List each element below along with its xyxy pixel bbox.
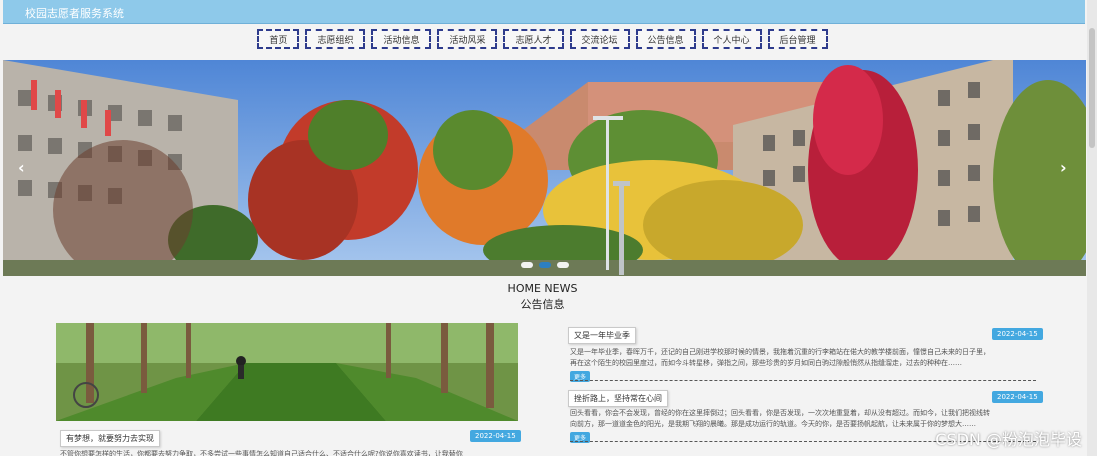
- featured-news-date: 2022-04-15: [470, 430, 521, 442]
- nav-home[interactable]: 首页: [257, 29, 300, 49]
- carousel-dots: [521, 262, 569, 268]
- nav-forum[interactable]: 交流论坛: [569, 29, 630, 49]
- system-title: 校园志愿者服务系统: [25, 7, 124, 20]
- campus-autumn-photo: [3, 60, 1086, 276]
- section-title-cn: 公告信息: [520, 298, 565, 311]
- campus-lawn-photo: [56, 323, 518, 421]
- csdn-watermark: CSDN @粉泡泡毕设: [935, 430, 1082, 449]
- news-item-2-excerpt: 回头看看，你会不会发现，曾经的你在这里摔倒过；回头看看，你是否发现，一次次地重复…: [570, 409, 990, 417]
- section-title-en: HOME NEWS: [507, 282, 578, 295]
- nav-admin[interactable]: 后台管理: [767, 29, 828, 49]
- nav-volunteer-talent[interactable]: 志愿人才: [503, 29, 564, 49]
- carousel-prev-arrow[interactable]: ‹: [18, 158, 25, 177]
- carousel-dot-1[interactable]: [521, 262, 533, 268]
- main-nav: 首页 志愿组织 活动信息 活动风采 志愿人才 交流论坛 公告信息 个人中心 后台…: [0, 29, 1085, 55]
- featured-news-excerpt: 不管你想要怎样的生活，你都要去努力争取，不多尝试一些事情怎么知道自己适合什么、不…: [60, 450, 463, 456]
- page-scrollbar[interactable]: [1087, 0, 1097, 456]
- featured-news-title[interactable]: 有梦想，就要努力去实现: [60, 430, 160, 447]
- carousel-next-arrow[interactable]: ›: [1060, 158, 1067, 177]
- featured-news-image[interactable]: [56, 323, 518, 421]
- news-divider-1: [570, 380, 1036, 381]
- nav-activity-gallery[interactable]: 活动风采: [437, 29, 498, 49]
- carousel-dot-2[interactable]: [539, 262, 551, 268]
- carousel-dot-3[interactable]: [557, 262, 569, 268]
- news-item-1-excerpt-line2: 再在这个陌生的校园里度过，而如今斗转星移，弹指之间，那些珍贵的岁月如同白驹过隙般…: [570, 359, 962, 367]
- news-item-2-title[interactable]: 挫折路上，坚持常在心间: [568, 390, 668, 407]
- news-item-1-title[interactable]: 又是一年毕业季: [568, 327, 636, 344]
- nav-activity-info[interactable]: 活动信息: [371, 29, 432, 49]
- scrollbar-thumb[interactable]: [1089, 28, 1095, 148]
- news-item-1-excerpt: 又是一年毕业季，春晖万千，还记的自己刚进学校那时候的情景，我拖着沉重的行李箱站在…: [570, 348, 990, 356]
- top-header-bar: 校园志愿者服务系统: [3, 0, 1085, 24]
- news-item-1-date: 2022-04-15: [992, 328, 1043, 340]
- nav-announcements[interactable]: 公告信息: [635, 29, 696, 49]
- nav-volunteer-org[interactable]: 志愿组织: [305, 29, 366, 49]
- hero-carousel[interactable]: [3, 60, 1086, 276]
- nav-personal-center[interactable]: 个人中心: [701, 29, 762, 49]
- news-item-2-date: 2022-04-15: [992, 391, 1043, 403]
